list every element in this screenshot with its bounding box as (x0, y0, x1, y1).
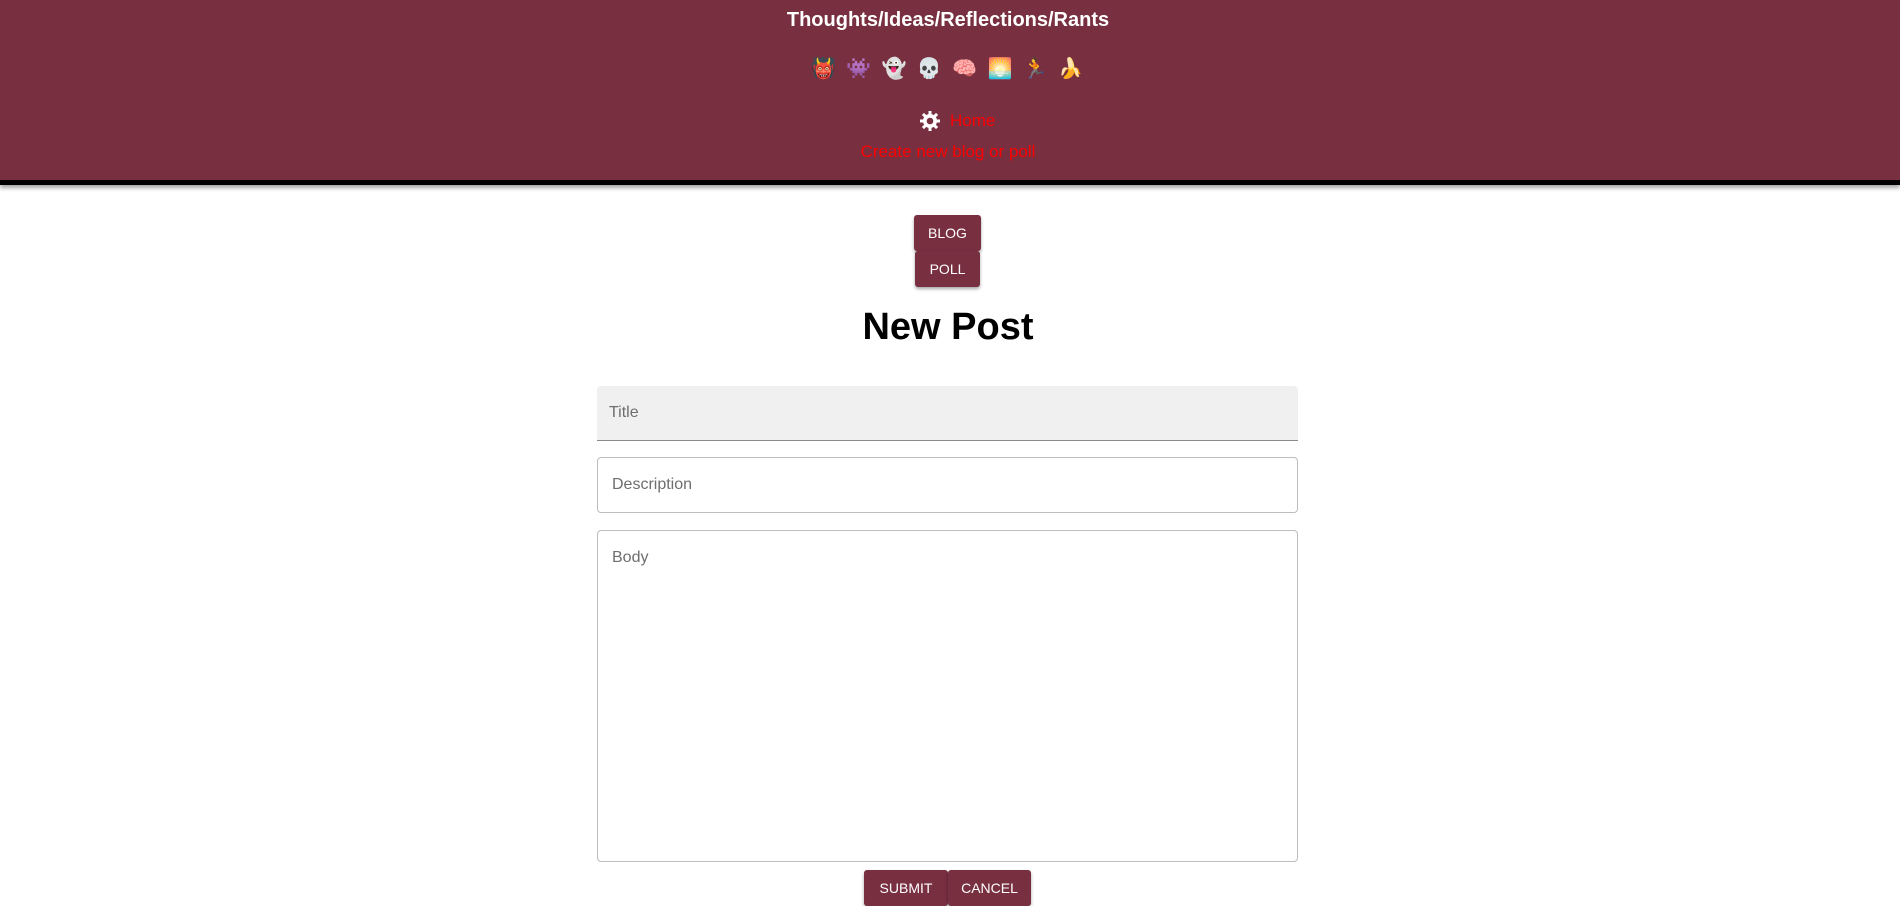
nav-home-row: Home (918, 109, 995, 133)
page-title: New Post (862, 306, 1034, 348)
skull-emoji-icon: 💀 (916, 56, 944, 80)
body-textarea[interactable]: Body (597, 530, 1298, 862)
cancel-button[interactable]: CANCEL (948, 870, 1031, 906)
title-input[interactable]: Title (597, 386, 1298, 441)
ogre-emoji-icon: 👹 (811, 56, 839, 80)
gear-icon[interactable] (918, 109, 942, 133)
sunrise-emoji-icon: 🌅 (987, 56, 1015, 80)
site-header: Thoughts/Ideas/Reflections/Rants 👹 👾 👻 💀… (0, 0, 1900, 185)
home-link[interactable]: Home (950, 111, 995, 131)
body-placeholder: Body (612, 549, 649, 566)
alien-monster-emoji-icon: 👾 (846, 56, 874, 80)
blog-button[interactable]: BLOG (914, 215, 981, 251)
runner-emoji-icon: 🏃 (1022, 56, 1050, 80)
emoji-row: 👹 👾 👻 💀 🧠 🌅 🏃 🍌 (0, 56, 1896, 80)
description-placeholder: Description (612, 476, 693, 493)
submit-button[interactable]: SUBMIT (864, 870, 948, 906)
title-placeholder: Title (609, 404, 639, 421)
banana-emoji-icon: 🍌 (1057, 56, 1085, 80)
description-input[interactable]: Description (597, 457, 1298, 513)
create-new-link[interactable]: Create new blog or poll (861, 142, 1036, 161)
poll-button[interactable]: POLL (915, 251, 980, 287)
site-title: Thoughts/Ideas/Reflections/Rants (786, 9, 1110, 31)
brain-emoji-icon: 🧠 (952, 56, 980, 80)
ghost-emoji-icon: 👻 (881, 56, 909, 80)
